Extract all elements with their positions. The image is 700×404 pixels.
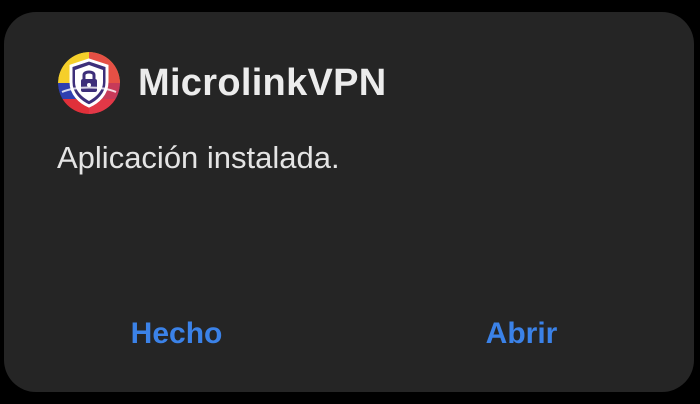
dialog-actions: Hecho Abrir <box>4 306 694 362</box>
shield-lock-icon <box>58 52 120 114</box>
dialog-header: MicrolinkVPN <box>58 52 387 114</box>
install-complete-dialog: MicrolinkVPN Aplicación instalada. Hecho… <box>4 12 694 392</box>
app-name: MicrolinkVPN <box>138 61 387 104</box>
install-status-message: Aplicación instalada. <box>57 140 340 175</box>
open-button[interactable]: Abrir <box>349 306 694 362</box>
done-button[interactable]: Hecho <box>4 306 349 362</box>
